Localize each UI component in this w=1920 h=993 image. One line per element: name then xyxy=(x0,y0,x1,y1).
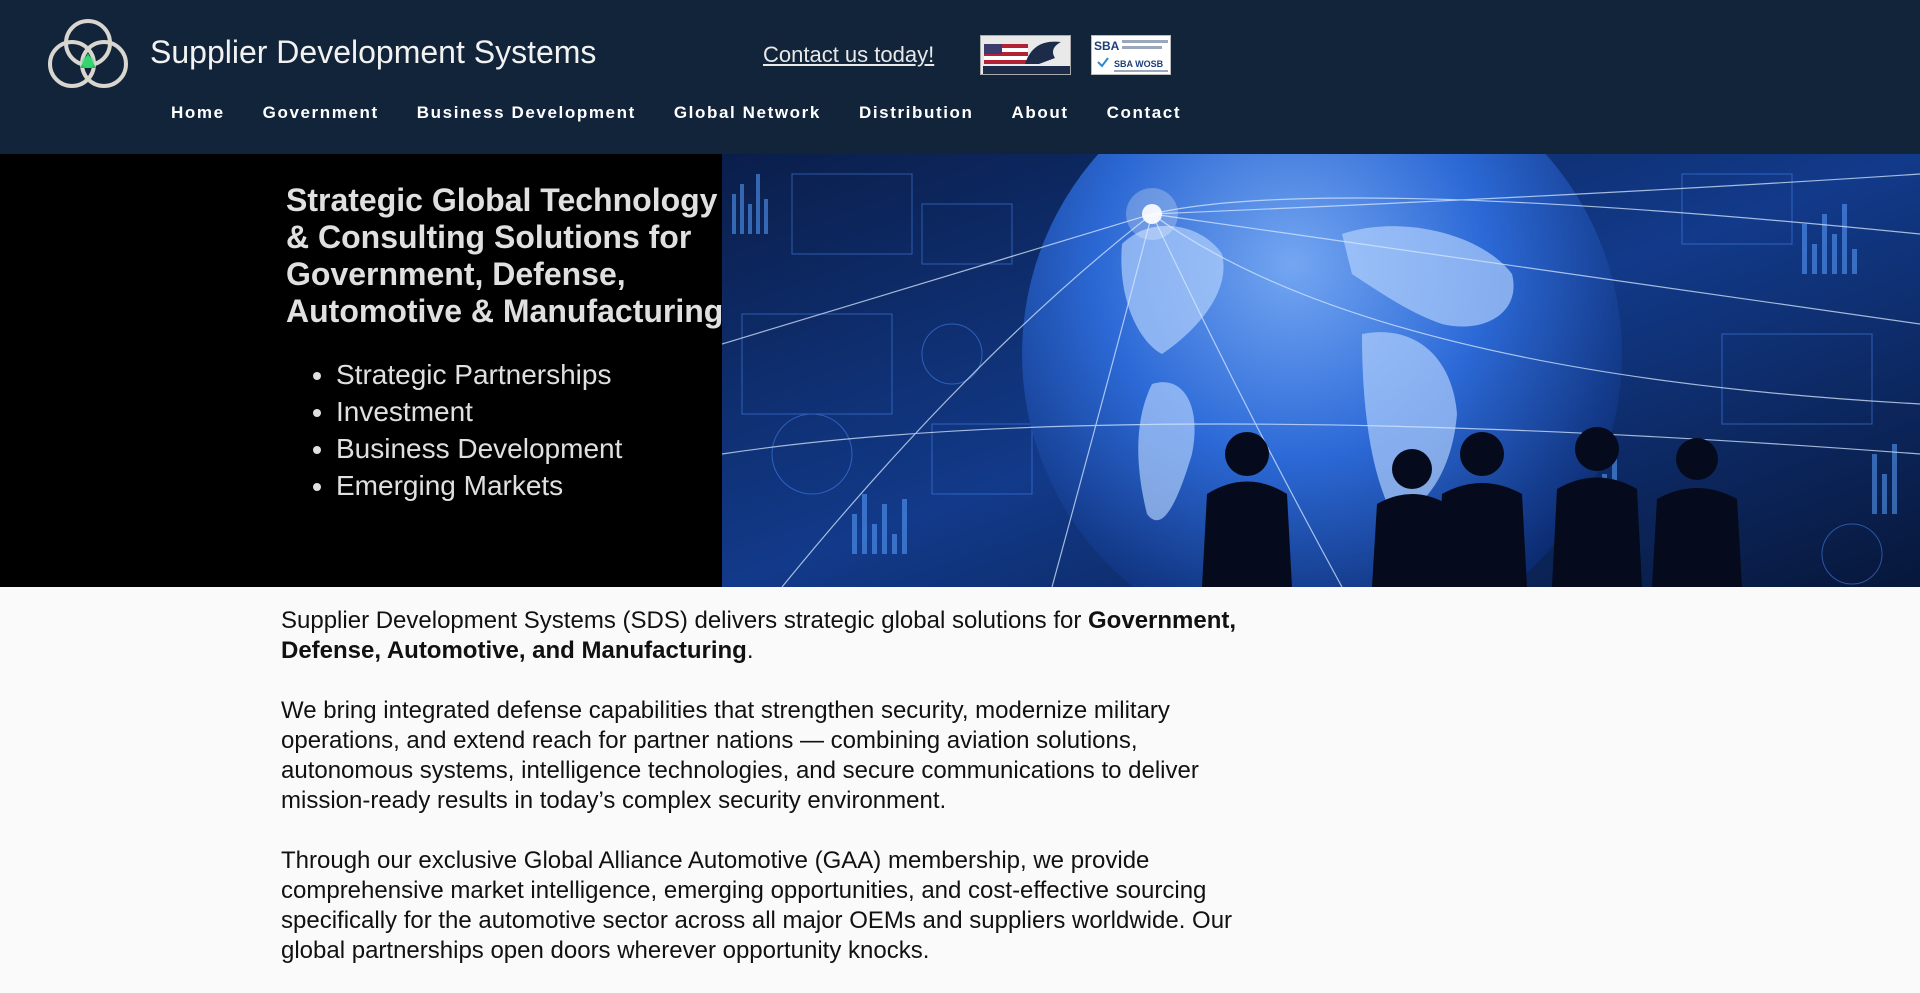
hero-section: Strategic Global Technology & Consulting… xyxy=(0,154,1920,587)
nav-business-development[interactable]: Business Development xyxy=(398,103,655,123)
hero-bullet: Business Development xyxy=(336,430,726,467)
main-content: Supplier Development Systems (SDS) deliv… xyxy=(281,606,1241,993)
nav-about[interactable]: About xyxy=(993,103,1088,123)
defense-paragraph: We bring integrated defense capabilities… xyxy=(281,697,1199,814)
hero-bullet: Strategic Partnerships xyxy=(336,356,726,393)
hero-text: Strategic Global Technology & Consulting… xyxy=(286,182,726,504)
svg-text:SBA WOSB: SBA WOSB xyxy=(1114,59,1164,69)
hero-bullet: Investment xyxy=(336,393,726,430)
site-title[interactable]: Supplier Development Systems xyxy=(150,34,596,71)
logo-icon[interactable] xyxy=(42,16,134,92)
nav-contact[interactable]: Contact xyxy=(1088,103,1200,123)
main-nav: Home Government Business Development Glo… xyxy=(152,103,1200,123)
hero-heading: Strategic Global Technology & Consulting… xyxy=(286,182,724,329)
site-header: Supplier Development Systems Contact us … xyxy=(0,0,1920,154)
sba-wosb-badge: SBA SBA WOSB xyxy=(1091,35,1171,75)
veteran-owned-badge xyxy=(980,35,1071,75)
nav-home[interactable]: Home xyxy=(152,103,244,123)
hero-globe-image xyxy=(722,154,1920,587)
nav-government[interactable]: Government xyxy=(244,103,398,123)
intro-paragraph: Supplier Development Systems (SDS) deliv… xyxy=(281,607,1237,664)
svg-text:SBA: SBA xyxy=(1094,39,1120,53)
automotive-paragraph: Through our exclusive Global Alliance Au… xyxy=(281,847,1233,964)
nav-distribution[interactable]: Distribution xyxy=(840,103,993,123)
hero-bullet-list: Strategic Partnerships Investment Busine… xyxy=(286,356,726,504)
nav-global-network[interactable]: Global Network xyxy=(655,103,840,123)
hero-bullet: Emerging Markets xyxy=(336,467,726,504)
contact-link[interactable]: Contact us today! xyxy=(763,42,934,68)
